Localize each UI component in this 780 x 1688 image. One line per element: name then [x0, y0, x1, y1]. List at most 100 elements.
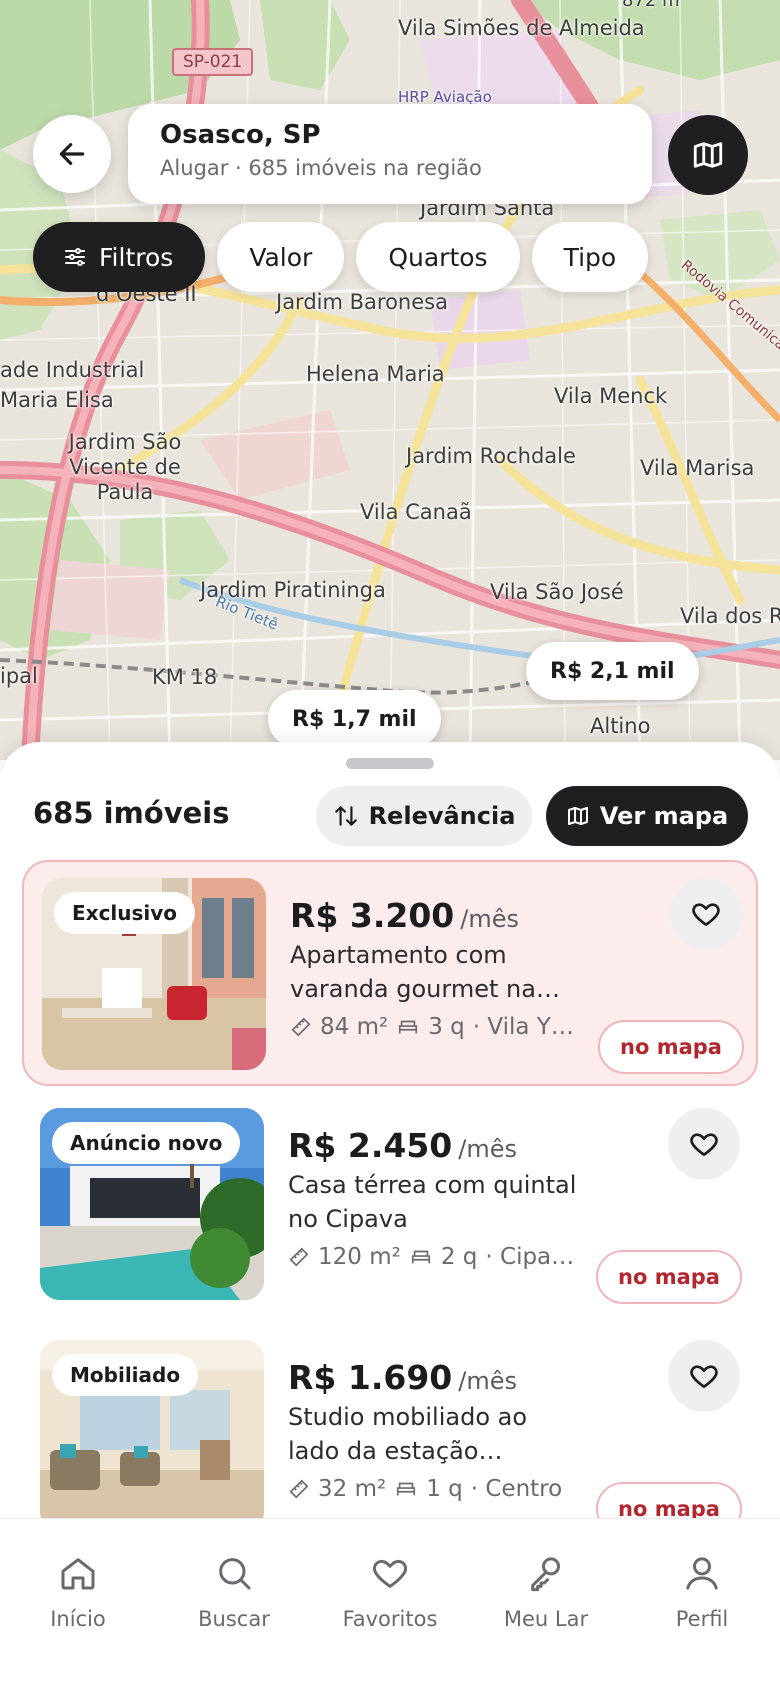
filter-chip-quartos[interactable]: Quartos	[356, 222, 520, 292]
location-subtitle: Alugar · 685 imóveis na região	[160, 156, 482, 180]
price-value: R$ 1.690	[288, 1358, 453, 1397]
map-label: Altino	[590, 714, 651, 738]
listing-badge: Anúncio novo	[52, 1122, 241, 1164]
map-label: Vila São José	[490, 580, 624, 604]
app-screen: Vila Simões de Almeida Jardim Santa Jard…	[0, 0, 780, 1688]
user-icon	[686, 1557, 718, 1590]
nav-label: Buscar	[198, 1607, 270, 1631]
map-price-pin[interactable]: R$ 1,7 mil	[268, 690, 441, 748]
listing-description: Casa térrea com quintal no Cipava	[288, 1171, 577, 1233]
map-label: ade Industrial	[0, 358, 145, 382]
map-label: Vila dos R	[680, 604, 780, 628]
listing-photo: Mobiliado	[40, 1340, 264, 1532]
nav-label: Perfil	[675, 1607, 729, 1631]
map-label: Jardim Rochdale	[406, 444, 576, 468]
price-period: /mês	[458, 1135, 517, 1163]
map-toggle-button[interactable]	[668, 115, 748, 195]
location-title: Osasco, SP	[160, 120, 321, 150]
view-map-label: Ver mapa	[599, 802, 729, 830]
listing-photo: Anúncio novo	[40, 1108, 264, 1300]
show-on-map-button[interactable]: no mapa	[596, 1250, 742, 1304]
ruler-icon	[291, 1017, 311, 1037]
filters-button[interactable]: Filtros	[33, 222, 206, 292]
listing-location: · Cipa…	[485, 1244, 575, 1270]
map-label: Vila Marisa	[640, 456, 755, 480]
listing-badge: Exclusivo	[54, 892, 196, 934]
map-label: Jardim Baronesa	[276, 290, 448, 314]
map-icon	[567, 807, 588, 825]
nav-label: Favoritos	[342, 1607, 438, 1631]
listing-description: Apartamento com varanda gourmet na…	[290, 941, 560, 1003]
listing-specs: 84 m² 3 q · Vila Y…	[290, 1014, 600, 1040]
filters-label: Filtros	[99, 242, 174, 272]
price-period: /mês	[460, 905, 519, 933]
nav-item-favoritos[interactable]: Favoritos	[312, 1519, 468, 1688]
sort-label: Relevância	[368, 802, 516, 830]
sliders-icon	[65, 248, 85, 266]
map-label: 872 m	[622, 0, 680, 11]
view-map-button[interactable]: Ver mapa	[546, 786, 748, 846]
arrow-left-icon	[59, 143, 85, 165]
listing-area: 84 m²	[320, 1014, 389, 1040]
map-icon	[693, 142, 723, 168]
search-icon	[219, 1558, 251, 1590]
bed-icon	[411, 1250, 430, 1264]
map-label: Maria Elisa	[0, 388, 114, 412]
road-shield: SP-021	[172, 48, 254, 76]
nav-item-inicio[interactable]: Início	[0, 1519, 156, 1688]
listing-badge: Mobiliado	[52, 1354, 199, 1396]
listing-price: R$ 1.690/mês	[288, 1358, 517, 1397]
results-count: 685 imóveis	[33, 796, 230, 830]
map-label: Vila Simões de Almeida	[398, 16, 645, 40]
show-on-map-button[interactable]: no mapa	[598, 1020, 744, 1074]
nav-item-buscar[interactable]: Buscar	[156, 1519, 312, 1688]
listing-location: · Vila Y…	[472, 1014, 574, 1040]
location-search-card[interactable]: Osasco, SP Alugar · 685 imóveis na regiã…	[128, 104, 652, 204]
listing-card[interactable]: Anúncio novo R$ 2.450/mês Casa térrea co…	[22, 1092, 758, 1318]
listing-description: Studio mobiliado ao lado da estação…	[288, 1403, 528, 1465]
map-label: Jardim São Vicente de Paula	[68, 430, 182, 505]
ruler-icon	[289, 1247, 309, 1267]
home-icon	[61, 1558, 95, 1590]
map-label: KM 18	[152, 665, 218, 689]
listing-location: · Centro	[470, 1476, 563, 1502]
map-label: Vila Canaã	[360, 500, 472, 524]
listing-rooms: 3 q	[428, 1014, 465, 1040]
heart-icon	[372, 1559, 408, 1588]
heart-icon	[692, 903, 720, 926]
map-price-pin[interactable]: R$ 2,1 mil	[526, 642, 699, 700]
listing-card[interactable]: Mobiliado R$ 1.690/mês Studio mobiliado …	[22, 1324, 758, 1550]
listing-area: 32 m²	[318, 1476, 387, 1502]
map-label: ipal	[0, 664, 38, 688]
filter-chip-tipo[interactable]: Tipo	[531, 222, 649, 292]
bed-icon	[397, 1482, 416, 1496]
nav-item-perfil[interactable]: Perfil	[624, 1519, 780, 1688]
map-label: Helena Maria	[306, 362, 445, 386]
nav-item-meu-lar[interactable]: Meu Lar	[468, 1519, 624, 1688]
listing-rooms: 1 q	[426, 1476, 463, 1502]
listing-rooms: 2 q	[440, 1244, 478, 1270]
nav-label: Início	[50, 1607, 106, 1631]
favorite-button[interactable]	[670, 878, 742, 950]
sort-arrows-icon	[334, 806, 357, 826]
listing-price: R$ 3.200/mês	[290, 896, 519, 935]
sort-button[interactable]: Relevância	[316, 786, 532, 846]
back-button[interactable]	[33, 115, 111, 193]
heart-icon	[690, 1133, 718, 1156]
bed-icon	[399, 1020, 418, 1034]
map-label: Vila Menck	[554, 384, 668, 408]
listing-area: 120 m²	[318, 1244, 401, 1270]
favorite-button[interactable]	[668, 1108, 740, 1180]
listing-card[interactable]: Exclusivo R$ 3.200/mês Apartamento com v…	[22, 860, 758, 1086]
ruler-icon	[289, 1479, 309, 1499]
filter-chip-valor[interactable]: Valor	[217, 222, 345, 292]
favorite-button[interactable]	[668, 1340, 740, 1412]
listing-photo: Exclusivo	[42, 878, 266, 1070]
bottom-navigation: Início Buscar Favoritos Meu Lar Perfil	[0, 1518, 780, 1688]
heart-icon	[690, 1365, 718, 1388]
sheet-drag-handle[interactable]	[346, 758, 434, 769]
listing-specs: 32 m² 1 q · Centro	[288, 1476, 598, 1502]
listing-specs: 120 m² 2 q · Cipa…	[288, 1244, 598, 1270]
nav-label: Meu Lar	[503, 1607, 589, 1631]
filter-chips: Filtros Valor Quartos Tipo	[33, 222, 649, 292]
